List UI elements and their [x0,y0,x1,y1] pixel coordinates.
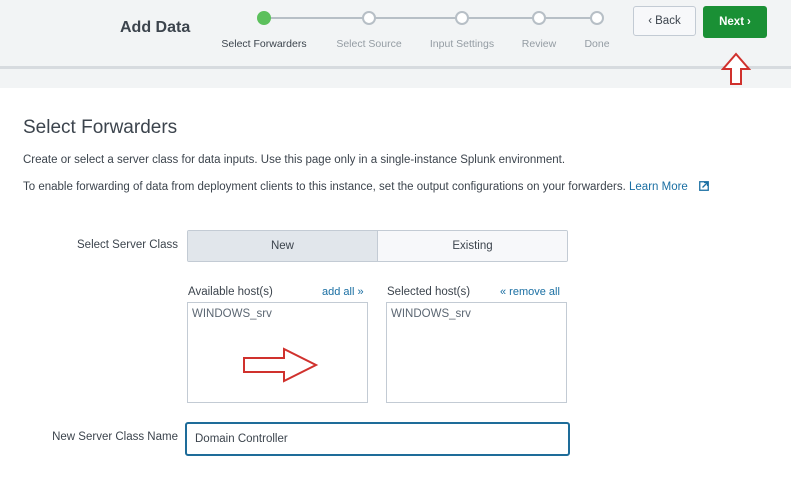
header-divider [0,66,791,69]
available-hosts-label: Available host(s) [188,286,273,298]
chevron-left-icon: ‹ [648,15,653,27]
step-label-done: Done [584,38,610,50]
step-dot-select-source [362,11,376,25]
page-description: Create or select a server class for data… [23,154,566,166]
step-label-review: Review [521,38,557,50]
available-host-item[interactable]: WINDOWS_srv [188,303,367,325]
learn-more-link[interactable]: Learn More [629,181,688,193]
forwarding-note: To enable forwarding of data from deploy… [23,181,709,193]
chevron-right-icon: › [747,16,751,28]
selected-host-item[interactable]: WINDOWS_srv [387,303,566,325]
server-class-existing-option[interactable]: Existing [378,231,567,261]
server-class-new-option[interactable]: New [188,231,377,261]
next-button-label: Next [719,16,745,28]
next-button[interactable]: Next › [703,6,767,38]
selected-hosts-list[interactable]: WINDOWS_srv [386,302,567,403]
back-button[interactable]: ‹ Back [633,6,696,36]
back-button-label: Back [655,15,681,27]
forwarding-note-text: To enable forwarding of data from deploy… [23,181,626,193]
selected-hosts-label: Selected host(s) [387,286,471,298]
step-dot-done [590,11,604,25]
step-label-select-forwarders: Select Forwarders [221,38,307,50]
add-all-link[interactable]: add all » [322,286,364,298]
step-dot-select-forwarders [257,11,271,25]
remove-all-link[interactable]: « remove all [500,286,560,298]
annotation-up-arrow-icon [721,52,751,85]
step-label-select-source: Select Source [336,38,402,50]
step-dot-review [532,11,546,25]
step-label-input-settings: Input Settings [429,38,495,50]
step-dot-input-settings [455,11,469,25]
external-link-icon[interactable] [699,181,709,191]
page-title: Select Forwarders [23,117,178,138]
steps-connector [263,17,599,19]
server-class-label: Select Server Class [77,239,178,251]
new-server-class-name-label: New Server Class Name [52,431,178,443]
new-server-class-name-input[interactable] [185,422,570,456]
server-class-toggle: New Existing [187,230,568,262]
annotation-right-arrow-icon [243,347,319,383]
page-header-title: Add Data [120,19,191,36]
wizard-header: Add Data Select Forwarders Select Source… [0,0,791,88]
